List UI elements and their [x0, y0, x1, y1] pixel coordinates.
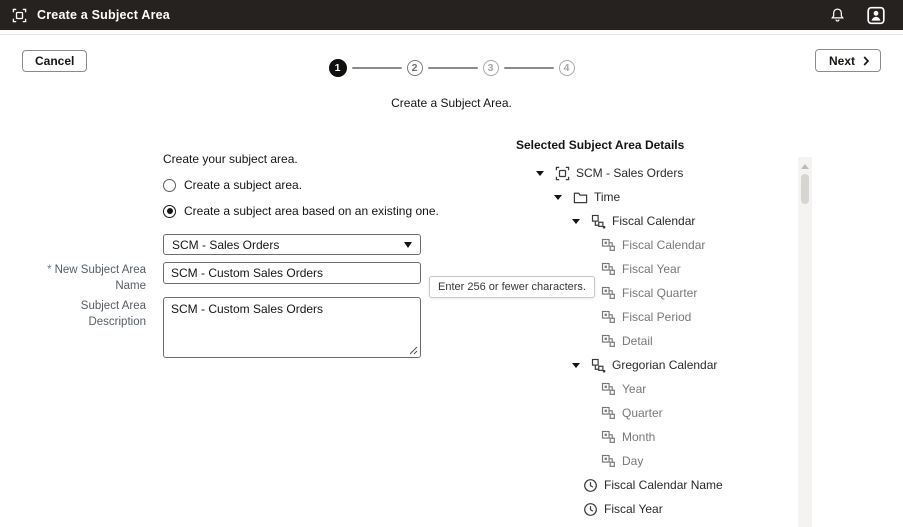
wizard-step-subtitle: Create a Subject Area.: [391, 96, 512, 110]
tree-item[interactable]: Month: [530, 425, 796, 449]
level-icon: [600, 285, 616, 301]
tree-item-label: Day: [622, 454, 644, 468]
form-section-label: Create your subject area.: [163, 152, 298, 166]
step-2[interactable]: 2: [406, 60, 423, 76]
step-3[interactable]: 3: [482, 60, 499, 76]
subject-area-description-input[interactable]: SCM - Custom Sales Orders: [163, 297, 421, 358]
level-icon: [600, 261, 616, 277]
level-icon: [600, 453, 616, 469]
tree-item[interactable]: Detail: [530, 329, 796, 353]
tree-item[interactable]: Fiscal Calendar: [530, 209, 796, 233]
tree-item[interactable]: Fiscal Calendar Name: [530, 473, 796, 497]
step-connector: [427, 67, 478, 69]
app-header: Create a Subject Area: [0, 0, 903, 30]
create-subject-area-window: Create a Subject Area Cancel 1 2 3 4 Nex…: [0, 0, 903, 527]
step-4[interactable]: 4: [558, 60, 575, 76]
subject-area-description-label: Subject Area Description: [80, 300, 146, 328]
tree-item-label: Time: [594, 190, 621, 204]
page-title: Create a Subject Area: [37, 8, 170, 22]
tree-item-label: Quarter: [622, 406, 663, 420]
tree-item[interactable]: Fiscal Calendar: [530, 233, 796, 257]
hierarchy-icon: [590, 213, 606, 229]
tree-panel-title: Selected Subject Area Details: [516, 138, 685, 152]
step-1-number: 1: [334, 62, 341, 74]
tree-item-label: Fiscal Period: [622, 310, 692, 324]
radio-button-selected-icon[interactable]: [163, 204, 176, 218]
expand-arrow-icon[interactable]: [572, 362, 580, 368]
tree-item[interactable]: Fiscal Year: [530, 257, 796, 281]
tree-item[interactable]: Quarter: [530, 401, 796, 425]
radio-create-from-existing-label: Create a subject area based on an existi…: [184, 204, 439, 218]
cancel-button[interactable]: Cancel: [22, 50, 88, 72]
level-icon: [600, 429, 616, 445]
bell-icon[interactable]: [830, 7, 845, 23]
step-connector: [503, 67, 554, 69]
tree-item[interactable]: Fiscal Quarter: [530, 281, 796, 305]
radio-create-new-label: Create a subject area.: [184, 178, 303, 192]
expand-arrow-icon[interactable]: [536, 170, 544, 176]
radio-create-from-existing[interactable]: Create a subject area based on an existi…: [163, 204, 439, 218]
tree-item-label: Fiscal Calendar: [612, 214, 696, 228]
radio-button-icon[interactable]: [163, 178, 176, 192]
tree-item[interactable]: Fiscal Period: [530, 305, 796, 329]
level-icon: [600, 333, 616, 349]
clock-icon: [582, 501, 598, 517]
expand-arrow-icon[interactable]: [554, 194, 562, 200]
tree-item-label: Year: [622, 382, 647, 396]
source-subject-area-value: SCM - Sales Orders: [172, 237, 280, 252]
subject-area-icon: [554, 165, 570, 181]
new-subject-area-name-label: * New Subject Area Name: [47, 264, 146, 292]
cancel-button-label: Cancel: [35, 54, 75, 68]
step-1[interactable]: 1: [328, 59, 347, 77]
next-button-label: Next: [828, 53, 855, 68]
next-button[interactable]: Next: [814, 49, 881, 72]
subject-area-description-wrap: SCM - Custom Sales Orders: [163, 297, 421, 358]
header-separator: [0, 34, 903, 35]
radio-create-new[interactable]: Create a subject area.: [163, 178, 302, 192]
tree-item[interactable]: SCM - Sales Orders: [530, 161, 796, 185]
tree-item-label: Fiscal Year: [604, 502, 663, 516]
scrollbar[interactable]: [798, 157, 812, 527]
step-3-number: 3: [487, 62, 494, 74]
step-connector: [351, 67, 402, 69]
level-icon: [600, 405, 616, 421]
level-icon: [600, 309, 616, 325]
subject-area-tree: SCM - Sales Orders Time Fiscal Calendar Fis…: [530, 161, 796, 521]
wizard-stepper: 1 2 3 4: [328, 59, 575, 77]
tree-item-label: Fiscal Calendar: [622, 238, 706, 252]
required-marker: *: [47, 264, 52, 276]
folder-icon: [572, 189, 588, 205]
tree-item[interactable]: Year: [530, 377, 796, 401]
level-icon: [600, 237, 616, 253]
tree-item[interactable]: Time: [530, 185, 796, 209]
tree-item-label: Detail: [622, 334, 653, 348]
clock-icon: [582, 477, 598, 493]
scroll-up-arrow-icon[interactable]: [801, 164, 809, 169]
tree-item-label: Fiscal Calendar Name: [604, 478, 723, 492]
tree-item-label: SCM - Sales Orders: [576, 166, 684, 180]
source-subject-area-select[interactable]: SCM - Sales Orders: [163, 234, 421, 255]
tree-item[interactable]: Day: [530, 449, 796, 473]
tree-item-label: Fiscal Year: [622, 262, 681, 276]
tree-item[interactable]: Gregorian Calendar: [530, 353, 796, 377]
tree-item-label: Gregorian Calendar: [612, 358, 718, 372]
tree-item-label: Fiscal Quarter: [622, 286, 698, 300]
subject-area-icon: [12, 8, 27, 23]
new-subject-area-name-input[interactable]: [163, 262, 421, 284]
level-icon: [600, 381, 616, 397]
hierarchy-icon: [590, 357, 606, 373]
tree-item[interactable]: Fiscal Year: [530, 497, 796, 521]
tree-item-label: Month: [622, 430, 656, 444]
scrollbar-thumb[interactable]: [801, 174, 809, 204]
avatar-icon[interactable]: [867, 6, 885, 25]
step-4-number: 4: [563, 62, 570, 74]
expand-arrow-icon[interactable]: [572, 218, 580, 224]
chevron-down-icon: [404, 241, 412, 248]
chevron-right-icon: [863, 55, 870, 66]
step-2-number: 2: [411, 62, 418, 74]
